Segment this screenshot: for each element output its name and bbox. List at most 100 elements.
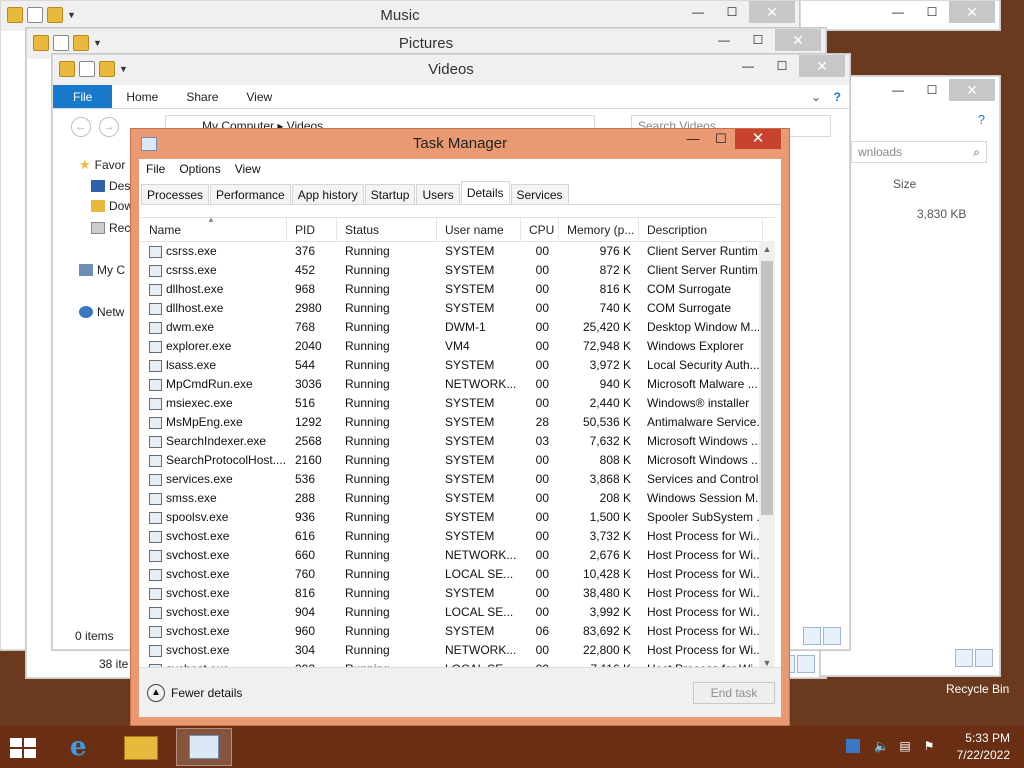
scrollbar-thumb[interactable] (761, 261, 773, 515)
close-button[interactable]: ✕ (749, 1, 795, 23)
close-button[interactable]: ✕ (949, 1, 995, 23)
network-icon[interactable]: ▤ (898, 739, 912, 753)
table-row[interactable]: SearchIndexer.exe 2568 Running SYSTEM 03 7,63… (141, 432, 775, 451)
close-button[interactable]: ✕ (799, 55, 845, 77)
table-row[interactable]: msiexec.exe 516 Running SYSTEM 00 2,440 K Wind… (141, 394, 775, 413)
new-folder-icon[interactable] (47, 7, 63, 23)
table-row[interactable]: csrss.exe 452 Running SYSTEM 00 872 K Client S… (141, 261, 775, 280)
table-row[interactable]: explorer.exe 2040 Running VM4 00 72,948 K Wind… (141, 337, 775, 356)
back-icon[interactable]: ← (71, 117, 91, 137)
properties-icon[interactable] (27, 7, 43, 23)
table-row[interactable]: svchost.exe 904 Running LOCAL SE... 00 3,992 … (141, 603, 775, 622)
table-row[interactable]: dllhost.exe 2980 Running SYSTEM 00 740 K COM S… (141, 299, 775, 318)
menu-file[interactable]: File (139, 159, 172, 179)
volume-muted-icon[interactable]: 🔈 (874, 739, 889, 753)
column-user-name[interactable]: User name (437, 218, 521, 241)
menu-view[interactable]: View (228, 159, 268, 179)
table-row[interactable]: SearchProtocolHost.... 2160 Running SYSTEM 0… (141, 451, 775, 470)
menu-options[interactable]: Options (172, 159, 227, 179)
help-icon[interactable]: ? (834, 85, 841, 109)
fewer-details-link[interactable]: ▲ Fewer details (147, 684, 242, 702)
tab-users[interactable]: Users (416, 184, 460, 204)
maximize-button[interactable]: ☐ (707, 129, 735, 149)
large-icons-view-icon[interactable] (823, 627, 841, 645)
tab-performance[interactable]: Performance (210, 184, 291, 204)
column-description[interactable]: Description (639, 218, 763, 241)
start-button[interactable] (0, 728, 56, 766)
table-row[interactable]: dllhost.exe 968 Running SYSTEM 00 816 K COM Su… (141, 280, 775, 299)
column-memory[interactable]: Memory (p... (559, 218, 639, 241)
table-row[interactable]: MpCmdRun.exe 3036 Running NETWORK... 00 940 K… (141, 375, 775, 394)
column-cpu[interactable]: CPU (521, 218, 559, 241)
minimize-button[interactable]: — (731, 55, 765, 77)
internet-explorer-button[interactable]: e (56, 728, 112, 766)
customize-arrow-icon[interactable]: ▼ (119, 64, 128, 74)
task-manager-taskbar-button[interactable] (176, 728, 232, 766)
ribbon-tab-share[interactable]: Share (172, 85, 232, 108)
new-folder-icon[interactable] (73, 35, 89, 51)
ribbon-tab-view[interactable]: View (232, 85, 286, 108)
nav-item-network[interactable]: Netw (79, 305, 124, 319)
nav-item-my-computer[interactable]: My C (79, 263, 125, 277)
table-row[interactable]: lsass.exe 544 Running SYSTEM 00 3,972 K Local … (141, 356, 775, 375)
search-icon[interactable]: ⌕ (973, 142, 980, 162)
nav-item-desktop[interactable]: Des (91, 179, 130, 193)
minimize-button[interactable]: — (881, 79, 915, 101)
ribbon-tab-home[interactable]: Home (112, 85, 172, 108)
new-folder-icon[interactable] (99, 61, 115, 77)
maximize-button[interactable]: ☐ (741, 29, 775, 51)
customize-arrow-icon[interactable]: ▼ (67, 10, 76, 20)
table-row[interactable]: svchost.exe 960 Running SYSTEM 06 83,692 K Hos… (141, 622, 775, 641)
nav-item-favorites[interactable]: ★ Favor (79, 157, 125, 173)
table-row[interactable]: dwm.exe 768 Running DWM-1 00 25,420 K Desktop … (141, 318, 775, 337)
column-status[interactable]: Status (337, 218, 437, 241)
maximize-button[interactable]: ☐ (915, 1, 949, 23)
action-center-icon[interactable] (846, 739, 860, 753)
tab-details[interactable]: Details (460, 181, 510, 204)
help-icon[interactable]: ? (978, 112, 985, 127)
recycle-bin-label[interactable]: Recycle Bin (946, 682, 1009, 696)
table-row[interactable]: services.exe 536 Running SYSTEM 00 3,868 K Ser… (141, 470, 775, 489)
table-row[interactable]: svchost.exe 660 Running NETWORK... 00 2,676 K… (141, 546, 775, 565)
table-row[interactable]: spoolsv.exe 936 Running SYSTEM 00 1,500 K Spoo… (141, 508, 775, 527)
tab-services[interactable]: Services (510, 184, 569, 204)
large-icons-view-icon[interactable] (797, 655, 815, 673)
minimize-button[interactable]: — (881, 1, 915, 23)
flag-icon[interactable]: ⚑ (922, 739, 936, 753)
table-row[interactable]: svchost.exe 304 Running NETWORK... 00 22,800 … (141, 641, 775, 660)
minimize-button[interactable]: — (679, 129, 707, 149)
tab-processes[interactable]: Processes (141, 184, 210, 204)
maximize-button[interactable]: ☐ (715, 1, 749, 23)
close-button[interactable]: ✕ (949, 79, 995, 101)
forward-icon[interactable]: → (99, 117, 119, 137)
column-pid[interactable]: PID (287, 218, 337, 241)
maximize-button[interactable]: ☐ (915, 79, 949, 101)
minimize-button[interactable]: — (707, 29, 741, 51)
close-button[interactable]: ✕ (735, 129, 781, 149)
table-row[interactable]: csrss.exe 376 Running SYSTEM 00 976 K Client S… (141, 242, 775, 261)
table-row[interactable]: svchost.exe 616 Running SYSTEM 00 3,732 K Host… (141, 527, 775, 546)
clock[interactable]: 5:33 PM 7/22/2022 (957, 730, 1010, 764)
nav-item-downloads[interactable]: Dow (91, 199, 133, 213)
close-button[interactable]: ✕ (775, 29, 821, 51)
details-view-icon[interactable] (803, 627, 821, 645)
end-task-button[interactable]: End task (693, 682, 775, 704)
nav-item-recent[interactable]: Rec (91, 221, 130, 235)
scroll-up-icon[interactable]: ▲ (759, 241, 775, 257)
tab-app-history[interactable]: App history (291, 184, 364, 204)
maximize-button[interactable]: ☐ (765, 55, 799, 77)
large-icons-view-icon[interactable] (975, 649, 993, 667)
properties-icon[interactable] (79, 61, 95, 77)
expand-ribbon-icon[interactable]: ⌄ (811, 85, 821, 109)
size-column-header[interactable]: Size (893, 177, 916, 191)
tab-startup[interactable]: Startup (364, 184, 416, 204)
table-row[interactable]: svchost.exe 816 Running SYSTEM 00 38,480 K Hos… (141, 584, 775, 603)
customize-arrow-icon[interactable]: ▼ (93, 38, 102, 48)
table-row[interactable]: smss.exe 288 Running SYSTEM 00 208 K Windows S… (141, 489, 775, 508)
file-explorer-button[interactable] (114, 728, 170, 766)
table-row[interactable]: MsMpEng.exe 1292 Running SYSTEM 28 50,536 K An… (141, 413, 775, 432)
ribbon-tab-file[interactable]: File (53, 85, 113, 108)
properties-icon[interactable] (53, 35, 69, 51)
table-scrollbar[interactable]: ▲ ▼ (759, 241, 775, 671)
details-view-icon[interactable] (955, 649, 973, 667)
